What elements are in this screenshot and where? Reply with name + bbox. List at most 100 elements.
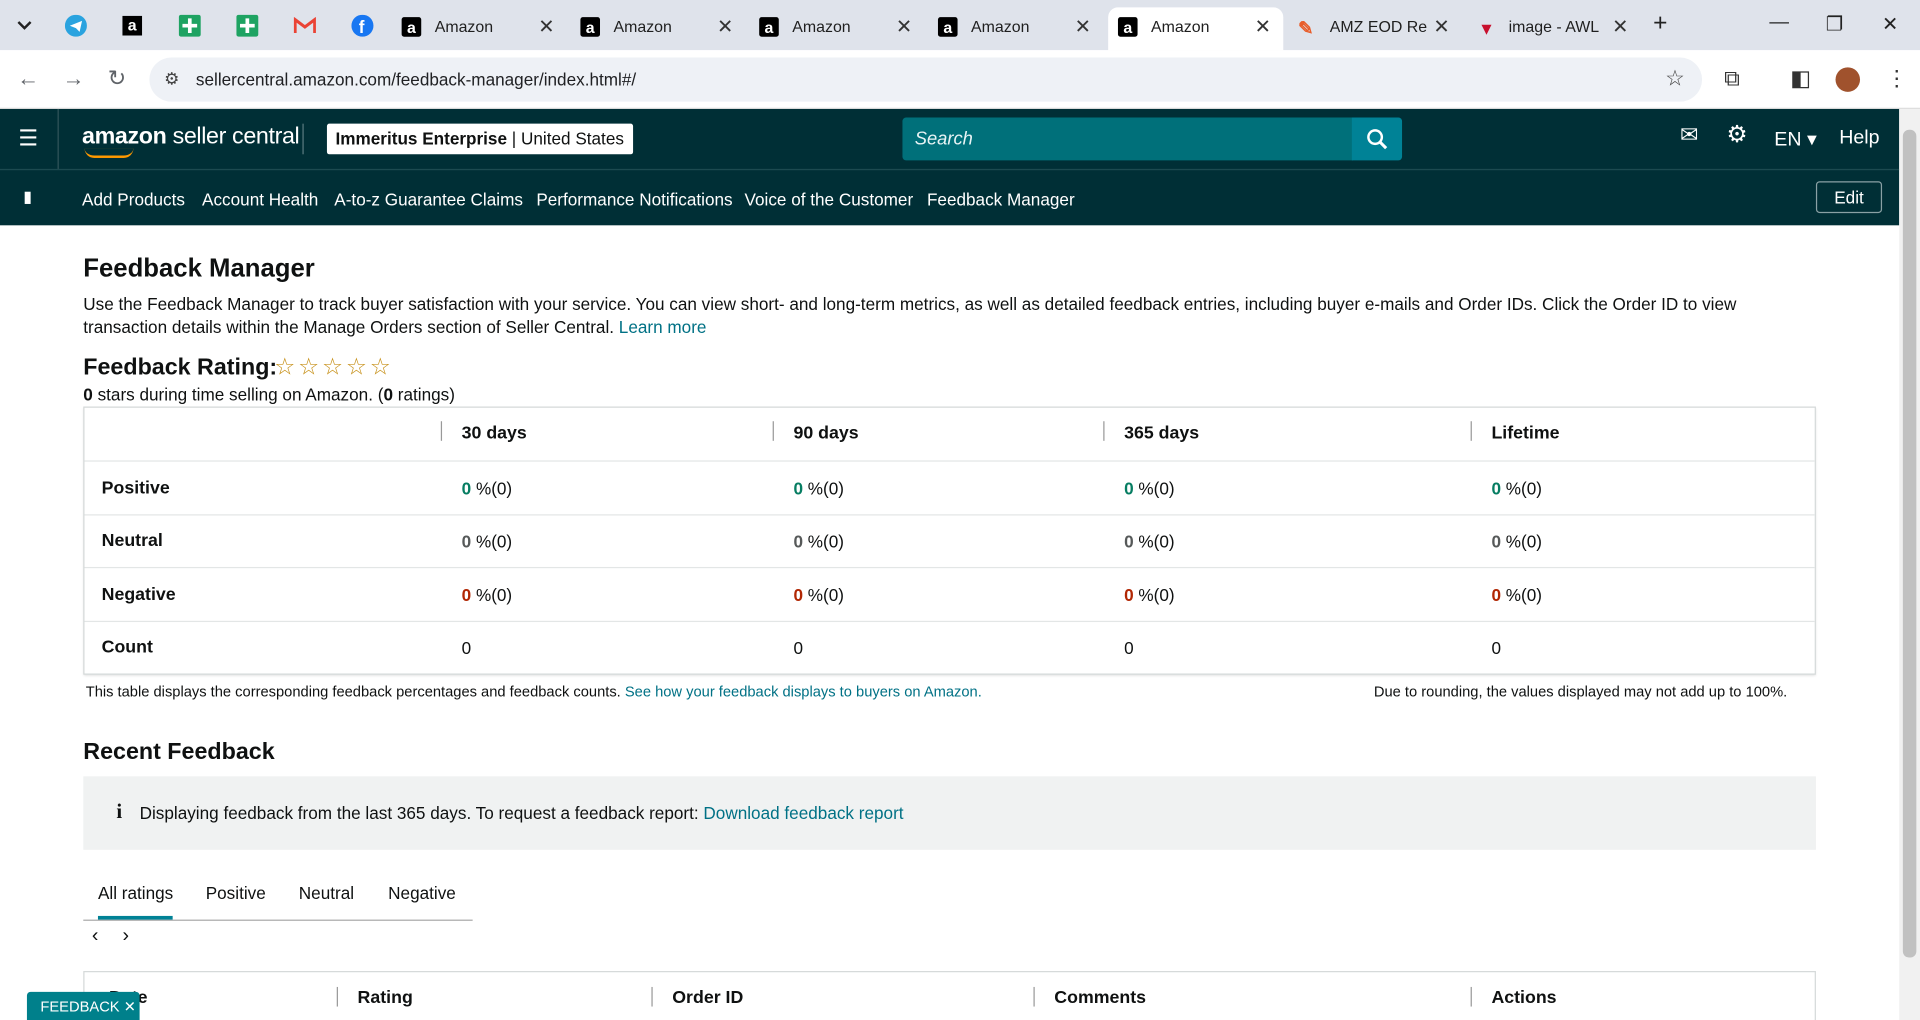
metric-cell: 0 %(0) — [461, 531, 513, 552]
extensions-icon[interactable]: ⧉ — [1724, 66, 1740, 92]
col-lifetime: Lifetime — [1491, 423, 1560, 444]
metric-cell: 0 %(0) — [1124, 531, 1175, 552]
tab-all-ratings[interactable]: All ratings — [97, 883, 174, 920]
minimize-icon[interactable]: — — [1769, 12, 1789, 34]
nav-a-to-z-claims[interactable]: A-to-z Guarantee Claims — [334, 190, 523, 210]
metric-cell: 0 %(0) — [461, 478, 513, 499]
forward-icon[interactable]: → — [62, 66, 84, 92]
restore-icon[interactable]: ❐ — [1826, 12, 1844, 36]
table-row-negative: Negative 0 %(0) 0 %(0) 0 %(0) 0 %(0) — [84, 566, 1815, 621]
close-tab-icon[interactable]: ✕ — [538, 15, 554, 39]
tab-amazon-active[interactable]: a Amazon ✕ — [1108, 7, 1284, 51]
feedback-display-link[interactable]: See how your feedback displays to buyers… — [625, 683, 982, 700]
hamburger-menu-icon[interactable]: ☰ — [18, 126, 38, 152]
feedback-widget-button[interactable]: FEEDBACK ✕ — [26, 991, 140, 1020]
nav-voice-of-customer[interactable]: Voice of the Customer — [744, 190, 913, 210]
tab-amazon-1[interactable]: a Amazon ✕ — [392, 7, 567, 50]
feedback-filter-tabs: All ratings Positive Neutral Negative — [83, 869, 473, 921]
back-icon[interactable]: ← — [17, 66, 39, 92]
site-info-icon[interactable]: ⚙ — [164, 69, 179, 90]
search-input[interactable] — [902, 117, 1354, 161]
close-icon[interactable]: ✕ — [124, 997, 136, 1014]
amazon-favicon-icon: a — [580, 17, 601, 37]
metric-cell: 0 %(0) — [1491, 585, 1542, 605]
close-tab-icon[interactable]: ✕ — [1612, 15, 1628, 39]
edit-bookmarks-button[interactable]: Edit — [1815, 181, 1883, 214]
profile-avatar[interactable] — [1835, 67, 1861, 92]
col-rating: Rating — [357, 988, 413, 1008]
gmail-icon[interactable] — [290, 11, 319, 40]
info-banner: i Displaying feedback from the last 365 … — [83, 776, 1816, 850]
account-switcher[interactable]: Immeritus Enterprise | United States — [326, 123, 633, 155]
next-page-icon[interactable]: › — [122, 926, 129, 948]
bookmark-star-icon[interactable]: ☆ — [1665, 66, 1685, 92]
col-90-days: 90 days — [793, 423, 859, 444]
amazon-favicon-icon: a — [401, 17, 422, 37]
close-tab-icon[interactable]: ✕ — [717, 15, 733, 39]
tab-amz-eod[interactable]: ✎ AMZ EOD Re ✕ — [1287, 7, 1462, 50]
divider — [302, 123, 304, 155]
rating-summary: 0 stars during time selling on Amazon. (… — [83, 384, 455, 405]
page-scrollbar[interactable] — [1899, 108, 1920, 1020]
recent-feedback-table: Date Rating Order ID Comments Actions — [83, 971, 1816, 1020]
settings-gear-icon[interactable]: ⚙ — [1727, 121, 1748, 149]
metric-cell: 0 %(0) — [1491, 478, 1542, 499]
col-comments: Comments — [1054, 988, 1147, 1008]
col-365-days: 365 days — [1124, 423, 1200, 444]
download-report-link[interactable]: Download feedback report — [703, 803, 903, 823]
browser-menu-icon[interactable]: ⋮ — [1886, 66, 1908, 92]
table-note: This table displays the corresponding fe… — [85, 683, 982, 701]
omnibox[interactable]: ⚙ sellercentral.amazon.com/feedback-mana… — [149, 57, 1703, 102]
seller-central-logo[interactable]: amazon seller central — [82, 124, 300, 151]
reload-icon[interactable]: ↻ — [108, 66, 126, 92]
page-title: Feedback Manager — [83, 254, 315, 283]
mail-icon[interactable]: ✉ — [1680, 122, 1698, 148]
scrollbar-thumb[interactable] — [1902, 129, 1917, 958]
tab-amazon-4[interactable]: a Amazon ✕ — [928, 7, 1103, 50]
telegram-icon[interactable] — [61, 11, 90, 40]
col-order-id: Order ID — [672, 988, 744, 1008]
window-close-icon[interactable]: ✕ — [1882, 12, 1898, 36]
tab-image-awl[interactable]: ▼ image - AWL ✕ — [1466, 7, 1641, 50]
amazon-favicon-icon: a — [1117, 17, 1138, 37]
column-separator — [1103, 421, 1105, 441]
col-actions: Actions — [1491, 988, 1557, 1008]
close-tab-icon[interactable]: ✕ — [896, 15, 912, 39]
tab-positive[interactable]: Positive — [206, 883, 266, 903]
learn-more-link[interactable]: Learn more — [619, 317, 707, 337]
nav-performance-notifications[interactable]: Performance Notifications — [536, 190, 732, 210]
language-selector[interactable]: EN ▾ — [1774, 127, 1817, 151]
tab-amazon-2[interactable]: a Amazon ✕ — [571, 7, 746, 50]
close-tab-icon[interactable]: ✕ — [1433, 15, 1449, 39]
facebook-icon[interactable]: f — [348, 11, 377, 40]
bookmark-icon[interactable]: ▮ — [23, 187, 32, 207]
metric-cell: 0 %(0) — [1124, 585, 1175, 605]
recent-feedback-title: Recent Feedback — [83, 739, 275, 766]
count-cell: 0 — [1124, 637, 1134, 658]
nav-add-products[interactable]: Add Products — [82, 190, 185, 210]
rating-stars: ☆☆☆☆☆ — [274, 354, 393, 382]
close-tab-icon[interactable]: ✕ — [1075, 15, 1091, 39]
address-bar: ← → ↻ ⚙ sellercentral.amazon.com/feedbac… — [0, 50, 1920, 109]
nav-account-health[interactable]: Account Health — [202, 190, 318, 210]
sheets-icon[interactable] — [175, 11, 204, 40]
search-box — [902, 117, 1354, 161]
tab-negative[interactable]: Negative — [388, 883, 456, 903]
close-tab-icon[interactable]: ✕ — [1255, 15, 1271, 39]
amazon-pinned-icon[interactable]: a — [118, 11, 147, 40]
nav-feedback-manager[interactable]: Feedback Manager — [927, 190, 1075, 210]
side-panel-icon[interactable]: ◧ — [1790, 66, 1811, 92]
search-button[interactable] — [1351, 117, 1403, 161]
tab-amazon-3[interactable]: a Amazon ✕ — [749, 7, 924, 50]
url-text[interactable]: sellercentral.amazon.com/feedback-manage… — [196, 70, 636, 90]
count-cell: 0 — [461, 637, 472, 658]
tab-neutral[interactable]: Neutral — [299, 883, 354, 903]
new-tab-icon[interactable]: + — [1653, 10, 1667, 38]
metric-cell: 0 %(0) — [793, 585, 844, 605]
metric-cell: 0 %(0) — [793, 478, 844, 499]
prev-page-icon[interactable]: ‹ — [92, 926, 99, 948]
tab-search-dropdown-icon[interactable] — [10, 11, 39, 40]
help-link[interactable]: Help — [1839, 127, 1879, 149]
column-separator — [651, 986, 653, 1007]
sheets-icon-2[interactable] — [233, 11, 262, 40]
